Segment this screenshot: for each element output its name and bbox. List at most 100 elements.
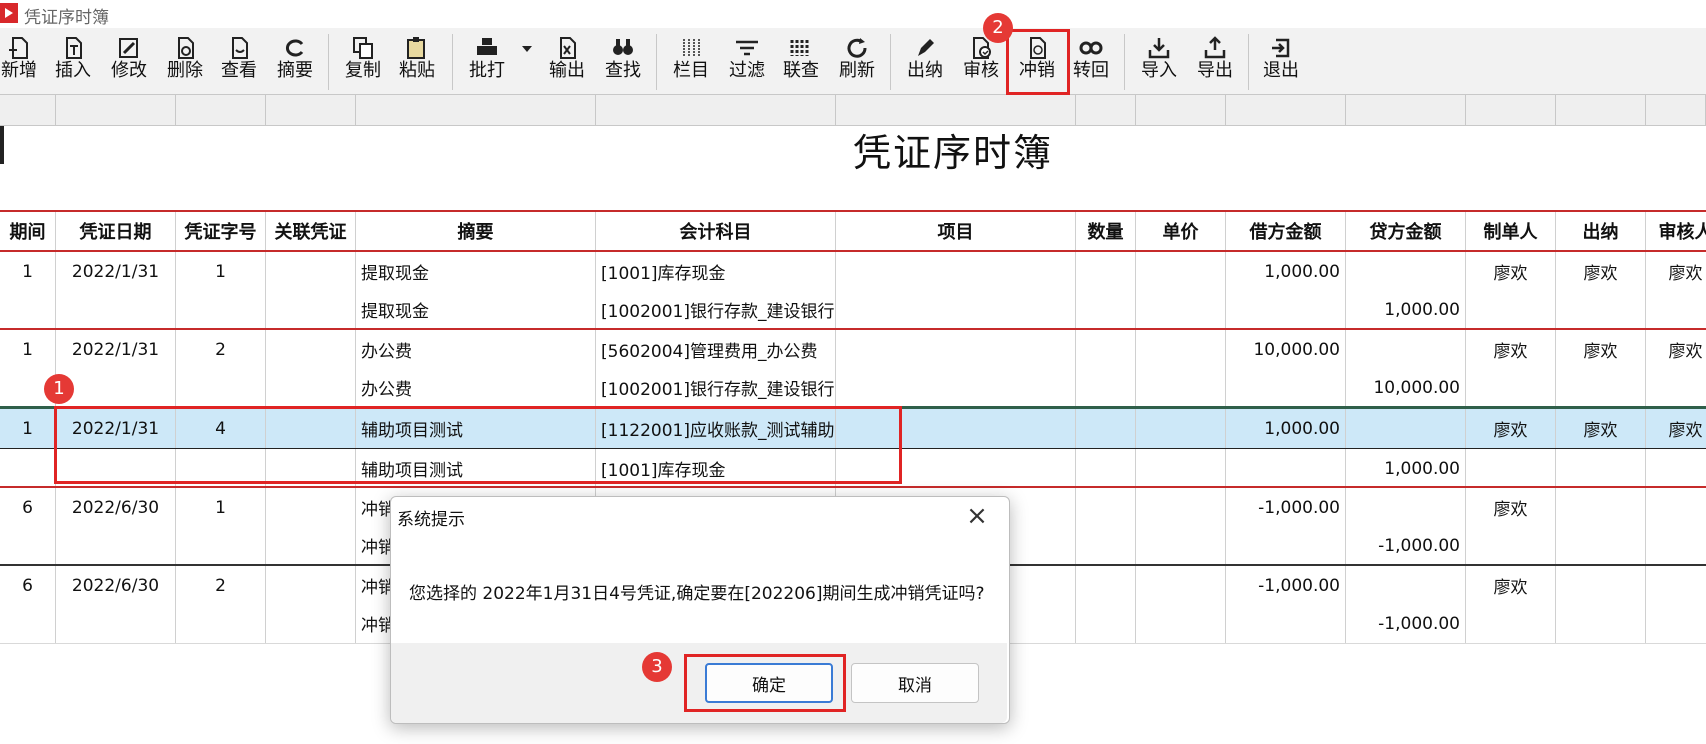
header-credit[interactable]: 贷方金额	[1346, 212, 1466, 250]
ruler-cell	[56, 95, 176, 125]
cell-period	[0, 290, 56, 329]
delete-icon	[178, 37, 194, 59]
excel-export-icon	[560, 37, 576, 59]
header-period[interactable]: 期间	[0, 212, 56, 250]
paste-icon	[407, 37, 425, 59]
cell-linked	[266, 526, 356, 565]
paste-button[interactable]: 粘贴	[392, 36, 442, 90]
view-button[interactable]: 查看	[214, 36, 264, 90]
cell-credit: 10,000.00	[1346, 368, 1466, 407]
selected-voucher-highlight	[54, 406, 902, 484]
header-cashier[interactable]: 出纳	[1556, 212, 1646, 250]
cell-preparer: 廖欢	[1466, 330, 1556, 369]
cell-linked	[266, 290, 356, 329]
cashier-button[interactable]: 出纳	[900, 36, 950, 90]
exit-icon	[1272, 38, 1290, 58]
cell-credit	[1346, 330, 1466, 369]
summary-button[interactable]: 摘要	[270, 36, 320, 90]
cell-debit	[1226, 290, 1346, 329]
ok-button-highlight	[684, 654, 846, 712]
cell-debit	[1226, 526, 1346, 565]
cell-credit: -1,000.00	[1346, 526, 1466, 565]
cell-period: 6	[0, 566, 56, 605]
exit-button[interactable]: 退出	[1256, 36, 1306, 90]
table-row[interactable]: 1 2022/1/31 1 提取现金 [1001]库存现金 1,000.00 廖…	[0, 250, 1706, 292]
export-button[interactable]: 导出	[1190, 36, 1240, 90]
batch-print-button[interactable]: 批打	[462, 36, 512, 90]
header-linked-voucher[interactable]: 关联凭证	[266, 212, 356, 250]
cell-cashier	[1556, 488, 1646, 527]
audit-button[interactable]: 审核	[956, 36, 1006, 90]
import-button[interactable]: 导入	[1134, 36, 1184, 90]
delete-button[interactable]: 删除	[160, 36, 210, 90]
edit-icon	[119, 38, 138, 58]
table-row[interactable]: 办公费 [1002001]银行存款_建设银行 10,000.00	[0, 368, 1706, 408]
close-icon[interactable]: ×	[963, 502, 991, 530]
toolbar-separator	[328, 34, 329, 90]
cell-linked	[266, 252, 356, 291]
ruler-cell	[1646, 95, 1706, 125]
app-logo-icon	[0, 3, 18, 23]
export-icon	[1204, 36, 1226, 59]
step-badge-3: 3	[642, 652, 672, 682]
cell-quantity	[1076, 488, 1136, 527]
header-quantity[interactable]: 数量	[1076, 212, 1136, 250]
cell-cashier	[1556, 526, 1646, 565]
header-voucher-number[interactable]: 凭证字号	[176, 212, 266, 250]
batch-print-dropdown[interactable]	[512, 36, 542, 90]
header-voucher-date[interactable]: 凭证日期	[56, 212, 176, 250]
header-auditor[interactable]: 审核人	[1646, 212, 1706, 250]
columns-button[interactable]: 栏目	[666, 36, 716, 90]
refresh-button[interactable]: 刷新	[832, 36, 882, 90]
insert-button[interactable]: 插入	[48, 36, 98, 90]
header-preparer[interactable]: 制单人	[1466, 212, 1556, 250]
cell-project	[836, 330, 1076, 369]
export-output-button[interactable]: 输出	[542, 36, 592, 90]
toolbar-separator	[890, 34, 891, 90]
filter-button[interactable]: 过滤	[722, 36, 772, 90]
header-unit-price[interactable]: 单价	[1136, 212, 1226, 250]
cell-summary: 提取现金	[356, 290, 596, 329]
cell-credit	[1346, 566, 1466, 605]
find-button[interactable]: 查找	[598, 36, 648, 90]
copy-button[interactable]: 复制	[338, 36, 388, 90]
rollback-button[interactable]: 转回	[1066, 36, 1116, 90]
window-title: 凭证序时簿	[24, 8, 109, 28]
view-icon	[232, 37, 248, 59]
step-badge-2: 2	[983, 13, 1013, 43]
cell-debit	[1226, 604, 1346, 643]
edit-button[interactable]: 修改	[104, 36, 154, 90]
cell-linked	[266, 566, 356, 605]
new-button[interactable]: 新增	[0, 36, 44, 90]
header-account[interactable]: 会计科目	[596, 212, 836, 250]
cell-number	[176, 290, 266, 329]
cell-credit	[1346, 488, 1466, 527]
linked-query-button[interactable]: 联查	[776, 36, 826, 90]
cell-preparer	[1466, 604, 1556, 643]
chevron-down-icon	[522, 46, 532, 52]
refresh-icon	[847, 38, 867, 58]
cell-auditor	[1646, 604, 1706, 643]
columns-icon	[683, 39, 700, 57]
header-debit[interactable]: 借方金额	[1226, 212, 1346, 250]
cell-price	[1136, 330, 1226, 369]
cell-preparer: 廖欢	[1466, 566, 1556, 605]
header-summary[interactable]: 摘要	[356, 212, 596, 250]
ruler-cell	[1556, 95, 1646, 125]
cell-period	[0, 604, 56, 643]
cell-number: 2	[176, 330, 266, 369]
cell-linked	[266, 488, 356, 527]
cell-preparer	[1466, 368, 1556, 407]
table-row[interactable]: 提取现金 [1002001]银行存款_建设银行 1,000.00	[0, 290, 1706, 330]
cell-price	[1136, 488, 1226, 527]
toolbar-separator	[452, 34, 453, 90]
cell-linked	[266, 604, 356, 643]
cell-auditor	[1646, 526, 1706, 565]
cancel-button[interactable]: 取消	[851, 663, 979, 703]
cell-date: 2022/6/30	[56, 488, 176, 527]
header-project[interactable]: 项目	[836, 212, 1076, 250]
table-row[interactable]: 1 2022/1/31 2 办公费 [5602004]管理费用_办公费 10,0…	[0, 328, 1706, 370]
cell-quantity	[1076, 290, 1136, 329]
insert-icon	[66, 37, 82, 59]
pen-icon	[918, 39, 934, 56]
